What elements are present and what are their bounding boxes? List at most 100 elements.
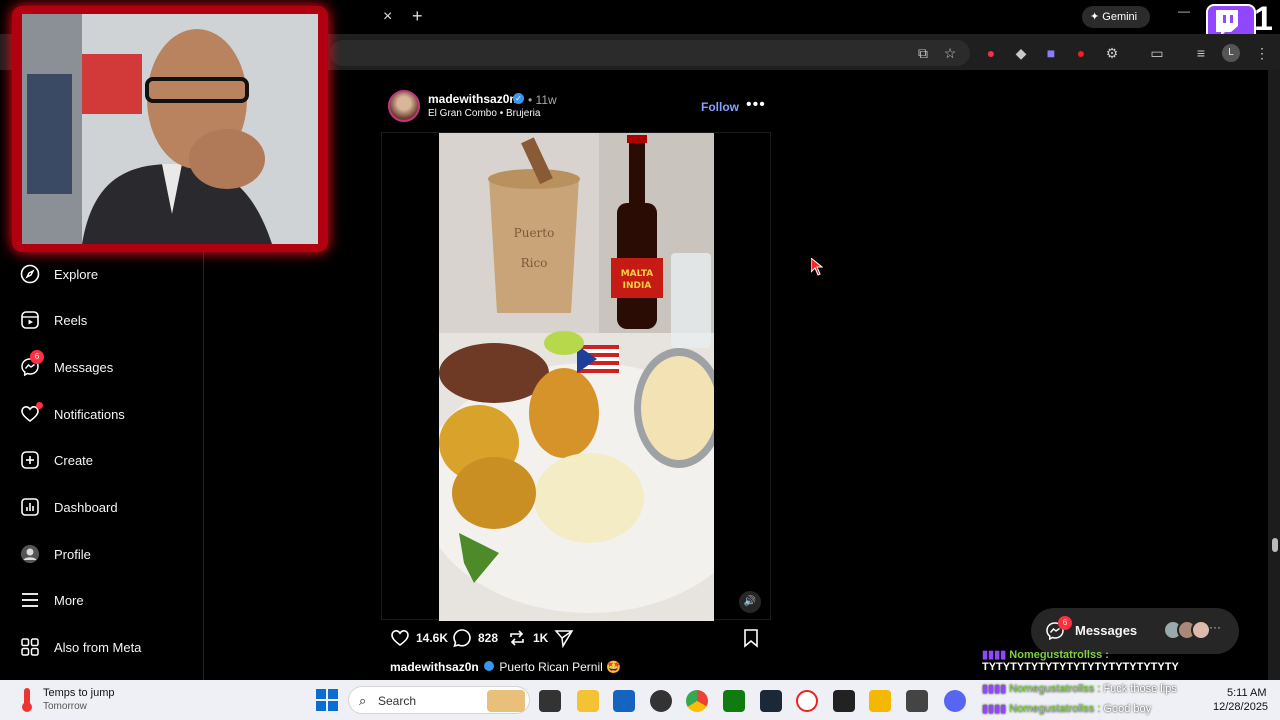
rockstar-icon[interactable] xyxy=(869,690,891,712)
more-options-icon[interactable]: ••• xyxy=(746,96,766,114)
send-icon xyxy=(554,630,574,648)
extensions-puzzle-icon[interactable]: ⚙ xyxy=(1103,44,1121,62)
clock-time[interactable]: 5:11 AM xyxy=(1227,687,1267,699)
heart-icon xyxy=(391,629,409,647)
new-tab-button[interactable]: + xyxy=(412,6,423,27)
mortar-text-1: Puerto xyxy=(514,226,555,240)
sidebar-item-label: Also from Meta xyxy=(54,639,142,655)
bookmark-icon xyxy=(744,629,758,648)
notification-dot xyxy=(36,402,43,409)
chat-username: Nomegustatrollss : xyxy=(1009,703,1101,715)
plus-square-icon xyxy=(21,451,39,469)
chat-badges: ▮▮▮▮ xyxy=(982,683,1010,695)
browser-menu-icon[interactable]: ⋮ xyxy=(1253,44,1271,62)
post-username[interactable]: madewithsaz0n xyxy=(428,92,517,106)
cast-icon[interactable]: ⧉ xyxy=(914,44,932,62)
gemini-button[interactable]: ✦ Gemini xyxy=(1082,6,1150,28)
chat-overlay-line-3: ▮▮▮▮ Nomegustatrollss : Good boy xyxy=(982,702,1151,715)
compass-icon xyxy=(20,264,40,284)
tab-close-icon[interactable]: × xyxy=(383,8,392,26)
bookmark-star-icon[interactable]: ☆ xyxy=(941,44,959,62)
audio-artist: El Gran Combo xyxy=(428,108,497,119)
profile-avatar[interactable]: L xyxy=(1222,44,1240,62)
page-scrollbar[interactable] xyxy=(1268,70,1280,680)
sidebar-item-label: Explore xyxy=(54,266,99,282)
sidebar-item-label: Create xyxy=(54,452,94,468)
like-count: 14.6K xyxy=(416,631,449,645)
verified-badge-icon: ✓ xyxy=(513,93,524,104)
address-bar[interactable] xyxy=(330,40,970,66)
steam-icon[interactable] xyxy=(760,690,782,712)
file-explorer-icon[interactable] xyxy=(577,690,599,712)
sidebar-item-explore[interactable]: Explore xyxy=(20,262,98,286)
save-button[interactable] xyxy=(741,628,761,648)
extension-diamond-icon[interactable]: ◆ xyxy=(1012,44,1030,62)
bottle-label-2: INDIA xyxy=(623,281,652,291)
weather-subtitle: Tomorrow xyxy=(43,701,87,712)
age-separator: • xyxy=(528,93,533,107)
like-button[interactable]: 14.6K xyxy=(390,628,448,648)
sidebar-item-dashboard[interactable]: Dashboard xyxy=(20,495,118,519)
caption-username[interactable]: madewithsaz0n xyxy=(390,660,479,674)
post-author-avatar[interactable] xyxy=(388,90,420,122)
media-list-icon[interactable]: ≡ xyxy=(1192,44,1210,62)
sidebar-item-more[interactable]: More xyxy=(20,588,84,612)
minimize-button[interactable]: — xyxy=(1178,4,1190,18)
taskbar-search-box[interactable]: ⌕ Search xyxy=(348,686,530,714)
verified-badge-icon xyxy=(484,661,495,671)
chat-overlay-line-2: ▮▮▮▮ Nomegustatrollss : Fuck those lips xyxy=(982,682,1177,695)
sidebar-item-create[interactable]: Create xyxy=(20,448,93,472)
store-icon[interactable] xyxy=(613,690,635,712)
post-media[interactable]: Puerto Rico MALTA INDIA 🔊 xyxy=(381,132,771,621)
messages-pill-badge: 6 xyxy=(1058,616,1072,630)
mouse-cursor-icon xyxy=(811,258,823,276)
post-audio-info[interactable]: El Gran Combo • Brujeria xyxy=(428,108,540,119)
winzip-icon[interactable] xyxy=(906,690,928,712)
extension-color-icon[interactable]: ● xyxy=(982,44,1000,62)
audio-track: Brujeria xyxy=(506,108,541,119)
stream-chat-overlay: ▮▮▮▮ Nomegustatrollss : TYTYTYTYTYTYTYTY… xyxy=(982,648,1179,673)
task-view-icon[interactable] xyxy=(539,690,561,712)
mortar-text-2: Rico xyxy=(521,256,548,270)
scrollbar-thumb[interactable] xyxy=(1272,538,1278,552)
comment-count: 828 xyxy=(478,631,499,645)
webcam-overlay xyxy=(12,6,328,252)
sidebar-item-notifications[interactable]: Notifications xyxy=(20,402,125,426)
windows-taskbar: Temps to jump Tomorrow ⌕ Search ▮▮▮▮ Nom… xyxy=(0,680,1280,720)
clock-date[interactable]: 12/28/2025 xyxy=(1213,701,1268,713)
chat-badges: ▮▮▮▮ xyxy=(982,649,1010,661)
mute-icon[interactable]: 🔊 xyxy=(739,591,761,613)
messages-count-badge: 6 xyxy=(30,350,44,364)
comment-button[interactable]: 828 xyxy=(452,628,498,648)
app-icon[interactable] xyxy=(650,690,672,712)
age-value: 11w xyxy=(535,93,557,107)
chat-message: TYTYTYTYTYTYTYTYTYTYTYTYTYTY xyxy=(982,661,1179,673)
windows-start-icon[interactable] xyxy=(316,689,338,711)
caption-text: Puerto Rican Pernil 🤩 xyxy=(499,660,622,674)
xbox-icon[interactable] xyxy=(723,690,745,712)
weather-title[interactable]: Temps to jump xyxy=(43,687,115,699)
discord-icon[interactable] xyxy=(944,690,966,712)
sidebar-item-reels[interactable]: Reels xyxy=(20,308,87,332)
sidebar-item-profile[interactable]: Profile xyxy=(20,542,91,566)
contact-avatar xyxy=(1191,620,1211,640)
share-button[interactable] xyxy=(554,628,574,648)
sidebar-item-messages[interactable]: 6 Messages xyxy=(20,350,113,379)
search-icon: ⌕ xyxy=(359,693,367,708)
repost-icon xyxy=(510,630,524,646)
follow-button[interactable]: Follow xyxy=(701,100,739,114)
epic-games-icon[interactable] xyxy=(833,690,855,712)
sidebar-item-also-from-meta[interactable]: Also from Meta xyxy=(20,635,141,659)
repost-button[interactable]: 1K xyxy=(507,628,548,648)
sidepanel-icon[interactable]: ▭ xyxy=(1148,44,1166,62)
chat-username: Nomegustatrollss : xyxy=(1009,683,1101,695)
food-photo: Puerto Rico MALTA INDIA xyxy=(439,133,714,621)
chat-username: Nomegustatrollss : xyxy=(1009,649,1109,661)
sidebar-item-label: More xyxy=(54,592,84,608)
extension-shield-icon[interactable]: ■ xyxy=(1042,44,1060,62)
extension-red-icon[interactable]: ● xyxy=(1072,44,1090,62)
chrome-icon[interactable] xyxy=(686,690,708,712)
obs-icon[interactable] xyxy=(796,690,818,712)
weather-icon xyxy=(14,686,40,714)
webcam-feed xyxy=(22,14,318,244)
